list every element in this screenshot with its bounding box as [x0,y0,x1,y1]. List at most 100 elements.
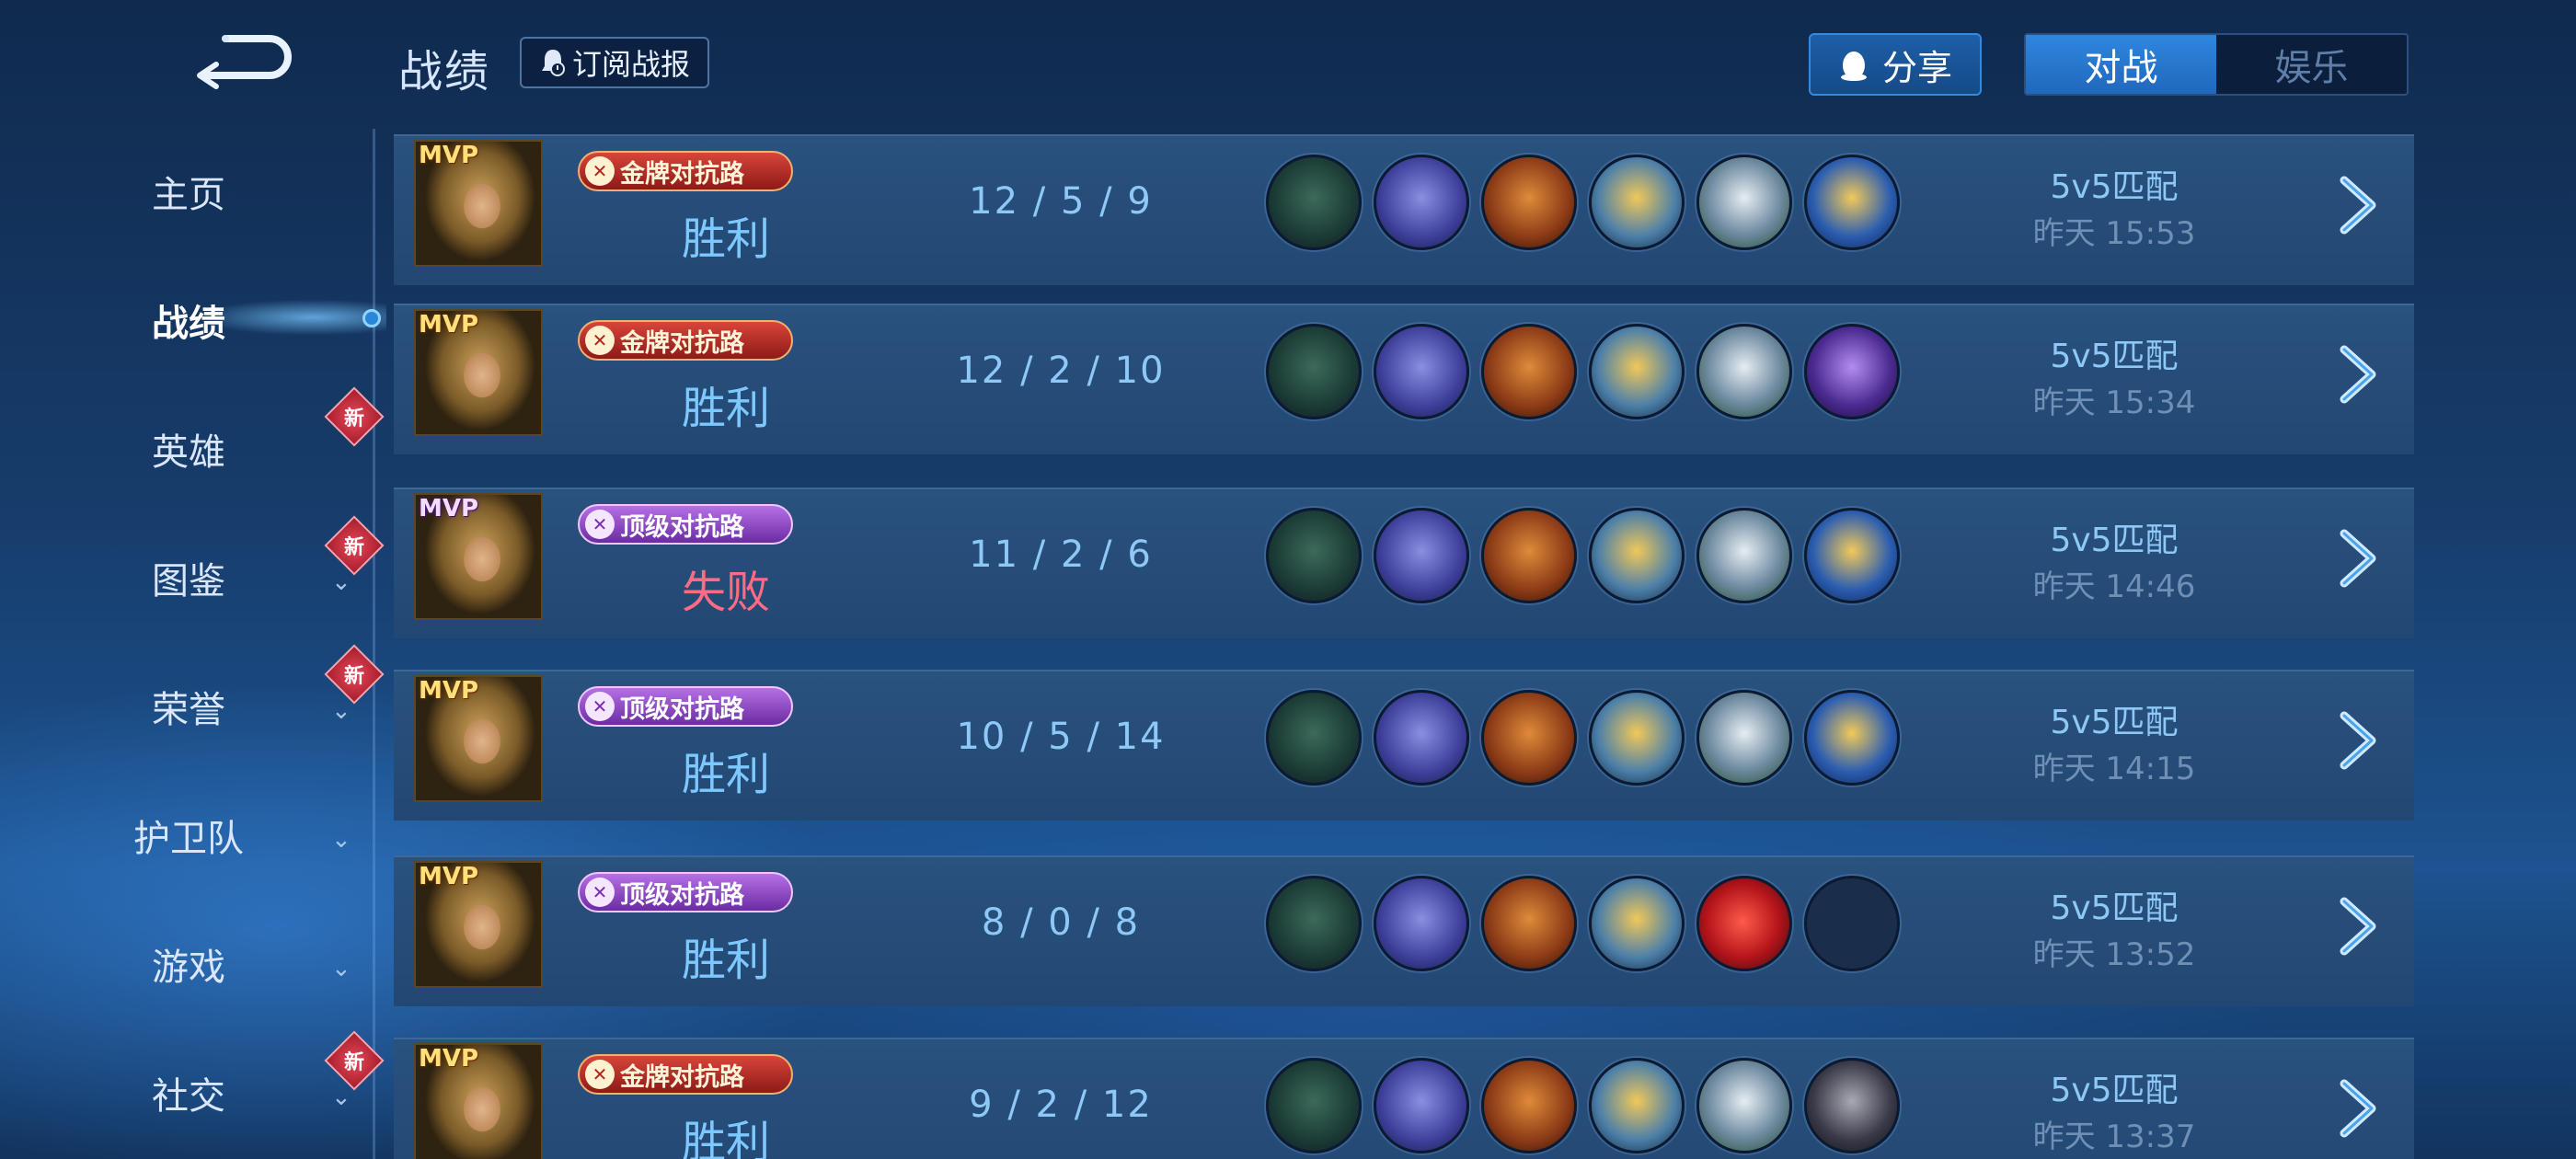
chevron-right-icon[interactable] [2331,708,2386,773]
deaths: 2 [1035,1084,1061,1126]
kda-stats: 12 / 5 / 9 [891,180,1231,223]
sidebar-item-games[interactable]: 游戏 ⌄ [0,909,377,1019]
hammer-item-icon[interactable] [1481,690,1577,786]
boots-item-icon[interactable] [1266,155,1362,250]
sword-item-icon[interactable] [1374,876,1469,971]
boots-item-icon[interactable] [1266,508,1362,603]
gold-shield-item-icon[interactable] [1589,690,1685,786]
page-title: 战绩 [398,46,491,98]
sidebar-item-home[interactable]: 主页 [0,136,377,247]
chevron-right-icon[interactable] [2331,173,2386,237]
match-row[interactable]: MVP ✕ 金牌对抗路 胜利 12 / 2 / 10 5v5匹配 昨天 15:34 [394,304,2414,454]
match-result: 胜利 [681,935,770,986]
boots-item-icon[interactable] [1266,690,1362,786]
boots-item-icon[interactable] [1266,876,1362,971]
chevron-right-icon[interactable] [2331,526,2386,591]
sidebar-item-record[interactable]: 战绩 [0,265,377,375]
crossed-swords-icon: ✕ [585,156,615,186]
empty-slot[interactable] [1804,876,1900,971]
hammer-item-icon[interactable] [1481,155,1577,250]
mvp-tag: MVP [419,677,479,705]
match-time: 昨天 15:53 [2032,215,2196,252]
lane-rank-label: 金牌对抗路 [620,1062,744,1092]
sword-item-icon[interactable] [1374,508,1469,603]
match-row[interactable]: MVP ✕ 金牌对抗路胜利 12 / 5 / 9 5v5匹配昨天 15:53 [394,134,2414,285]
boots-item-icon[interactable] [1266,324,1362,419]
silver-armor-item-icon[interactable] [1696,324,1792,419]
lane-rank-badge: ✕ 金牌对抗路 [578,151,793,191]
hero-portrait: MVP [414,140,543,267]
silver-armor-item-icon[interactable] [1696,690,1792,786]
mvp-tag: MVP [419,311,479,339]
sword-item-icon[interactable] [1374,324,1469,419]
kills: 10 [956,716,1007,758]
back-button[interactable] [189,29,299,94]
kda-stats: 9 / 2 / 12 [891,1084,1231,1126]
match-row[interactable]: MVP ✕ 金牌对抗路 胜利 9 / 2 / 12 5v5匹配 昨天 13:37 [394,1038,2414,1159]
gold-shield-item-icon[interactable] [1589,1058,1685,1153]
assists: 14 [1114,716,1166,758]
hero-portrait: MVP [414,861,543,988]
hero-portrait: MVP [414,1043,543,1159]
sidebar-item-label: 战绩 [152,303,225,345]
mvp-tag: MVP [419,1045,479,1073]
deaths: 5 [1048,716,1074,758]
gold-shield-item-icon[interactable] [1589,876,1685,971]
lane-rank-label: 顶级对抗路 [620,512,744,542]
sidebar-item-social[interactable]: 社交 ⌄ [0,1038,377,1148]
match-result: 胜利 [681,213,770,265]
gold-shield-item-icon[interactable] [1589,155,1685,250]
match-result: 胜利 [681,1117,770,1159]
red-gem-item-icon[interactable] [1696,876,1792,971]
share-button[interactable]: 分享 [1809,33,1982,96]
match-history-list: MVP ✕ 金牌对抗路 胜利 12 / 5 / 9 5v5匹配 昨天 15:53 MVP ✕ 金牌… [394,134,2414,1159]
deaths: 2 [1061,534,1087,576]
kda-separator: / [1087,716,1101,758]
match-row[interactable]: MVP ✕ 顶级对抗路 胜利 10 / 5 / 14 5v5匹配 昨天 14:15 [394,670,2414,820]
mvp-tag: MVP [419,495,479,522]
crossed-swords-icon: ✕ [585,510,615,539]
sidebar-item-heroes[interactable]: 英雄 [0,394,377,504]
kda-stats: 12 / 2 / 10 [891,350,1231,392]
assists: 8 [1114,901,1141,944]
hammer-item-icon[interactable] [1481,508,1577,603]
tab-entertainment[interactable]: 娱乐 [2216,35,2407,94]
dark-trident-item-icon[interactable] [1804,324,1900,419]
match-row[interactable]: MVP ✕ 顶级对抗路 胜利 8 / 0 / 8 5v5匹配 昨天 13:52 [394,855,2414,1006]
chevron-right-icon[interactable] [2331,894,2386,958]
dark-spear-item-icon[interactable] [1804,1058,1900,1153]
chevron-right-icon[interactable] [2331,342,2386,407]
hammer-item-icon[interactable] [1481,876,1577,971]
lane-rank-badge: ✕ 顶级对抗路 [578,872,793,912]
sidebar-item-guard[interactable]: 护卫队 ⌄ [0,780,377,890]
sword-item-icon[interactable] [1374,1058,1469,1153]
chevron-down-icon: ⌄ [331,568,351,596]
deaths: 0 [1048,901,1074,944]
match-mode: 5v5匹配 [2050,168,2179,206]
sword-item-icon[interactable] [1374,690,1469,786]
sidebar-item-label: 荣誉 [152,689,225,731]
sword-item-icon[interactable] [1374,155,1469,250]
match-row[interactable]: MVP ✕ 顶级对抗路 失败 11 / 2 / 6 5v5匹配 昨天 14:46 [394,488,2414,638]
silver-armor-item-icon[interactable] [1696,508,1792,603]
assists: 12 [1101,1084,1153,1126]
tab-battle[interactable]: 对战 [2026,35,2216,94]
silver-armor-item-icon[interactable] [1696,1058,1792,1153]
boots-item-icon[interactable] [1266,1058,1362,1153]
chevron-right-icon[interactable] [2331,1076,2386,1141]
sidebar-item-codex[interactable]: 图鉴 ⌄ [0,522,377,633]
subscribe-report-button[interactable]: 订阅战报 [520,37,709,88]
match-mode: 5v5匹配 [2050,889,2179,927]
hammer-item-icon[interactable] [1481,324,1577,419]
trident-item-icon[interactable] [1804,508,1900,603]
trident-item-icon[interactable] [1804,155,1900,250]
silver-armor-item-icon[interactable] [1696,155,1792,250]
match-result: 失败 [681,567,770,618]
gold-shield-item-icon[interactable] [1589,508,1685,603]
hammer-item-icon[interactable] [1481,1058,1577,1153]
trident-item-icon[interactable] [1804,690,1900,786]
sidebar-item-honor[interactable]: 荣誉 ⌄ [0,651,377,762]
gold-shield-item-icon[interactable] [1589,324,1685,419]
bell-icon [541,50,565,76]
assists: 6 [1127,534,1153,576]
